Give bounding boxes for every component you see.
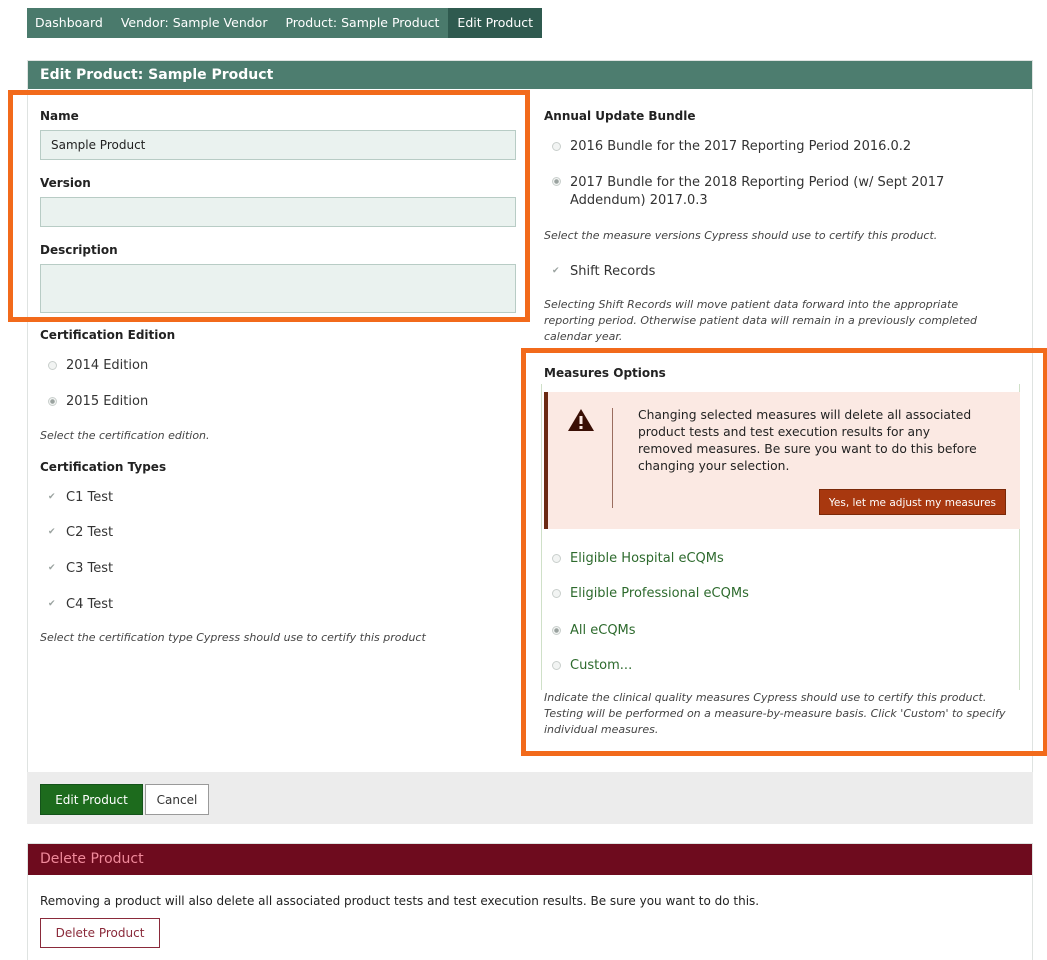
edition-option-label: 2015 Edition [66,394,149,409]
breadcrumb-vendor[interactable]: Vendor: Sample Vendor [111,8,278,38]
certification-edition-label: Certification Edition [40,328,176,342]
edition-option-2015[interactable]: 2015 Edition [48,394,148,409]
radio-selected-icon [552,177,561,186]
annual-update-bundle-label: Annual Update Bundle [544,109,696,123]
edition-help-text: Select the certification edition. [40,429,210,442]
bundle-option-2016[interactable]: 2016 Bundle for the 2017 Reporting Perio… [552,139,911,154]
delete-warning-text: Removing a product will also delete all … [40,894,760,908]
checkbox-checked-icon: ✔ [48,563,56,573]
type-option-label: C4 Test [66,597,114,612]
radio-icon [48,361,57,370]
breadcrumb: Dashboard Vendor: Sample Vendor Product:… [27,8,543,38]
radio-selected-icon [48,397,57,406]
highlight-box-product-details [8,90,530,322]
checkbox-checked-icon: ✔ [552,266,560,276]
edit-product-button[interactable]: Edit Product [40,784,143,815]
delete-panel-title: Delete Product [28,844,1032,875]
edition-option-label: 2014 Edition [66,358,149,373]
cancel-button[interactable]: Cancel [145,784,209,815]
shift-records-help-text: Selecting Shift Records will move patien… [544,298,977,343]
type-option-label: C1 Test [66,490,114,505]
type-option-c4[interactable]: ✔ C4 Test [48,597,113,612]
shift-records-checkbox[interactable]: ✔ Shift Records [552,264,655,279]
delete-product-button[interactable]: Delete Product [40,918,160,948]
breadcrumb-product[interactable]: Product: Sample Product [276,8,450,38]
type-option-c2[interactable]: ✔ C2 Test [48,525,113,540]
breadcrumb-edit-product: Edit Product [448,8,543,38]
edition-option-2014[interactable]: 2014 Edition [48,358,148,373]
shift-records-label: Shift Records [570,264,656,279]
type-option-c3[interactable]: ✔ C3 Test [48,561,113,576]
type-option-label: C3 Test [66,561,114,576]
checkbox-checked-icon: ✔ [48,492,56,502]
types-help-text: Select the certification type Cypress sh… [40,631,426,644]
breadcrumb-dashboard[interactable]: Dashboard [27,8,113,38]
type-option-c1[interactable]: ✔ C1 Test [48,490,113,505]
type-option-label: C2 Test [66,525,114,540]
checkbox-checked-icon: ✔ [48,527,56,537]
bundle-option-label: 2016 Bundle for the 2017 Reporting Perio… [570,139,912,154]
radio-icon [552,142,561,151]
highlight-box-measures-options [521,348,1047,756]
checkbox-checked-icon: ✔ [48,599,56,609]
panel-title: Edit Product: Sample Product [28,61,1032,89]
certification-types-label: Certification Types [40,460,167,474]
delete-product-panel: Delete Product Removing a product will a… [27,843,1033,960]
bundle-option-2017[interactable]: 2017 Bundle for the 2018 Reporting Perio… [552,174,972,210]
bundle-help-text: Select the measure versions Cypress shou… [544,229,938,242]
bundle-option-label: 2017 Bundle for the 2018 Reporting Perio… [570,175,945,208]
